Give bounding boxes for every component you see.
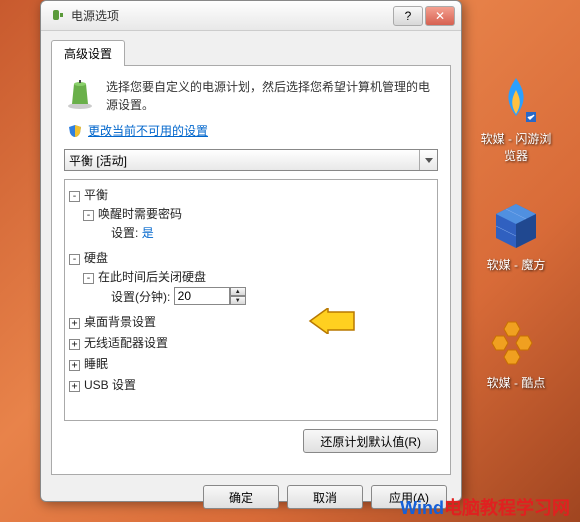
tree-balance[interactable]: 平衡: [84, 188, 108, 202]
spin-down-button[interactable]: ▼: [230, 296, 246, 305]
cube-icon: [490, 200, 542, 252]
expand-toggle[interactable]: -: [83, 210, 94, 221]
tree-disk[interactable]: 硬盘: [84, 251, 108, 265]
power-icon: [49, 8, 65, 24]
restore-defaults-button[interactable]: 还原计划默认值(R): [303, 429, 438, 453]
tree-disk-off[interactable]: 在此时间后关闭硬盘: [98, 270, 206, 284]
wake-setting-value[interactable]: 是: [142, 226, 154, 240]
tabstrip: 高级设置: [41, 31, 461, 65]
expand-toggle[interactable]: +: [69, 381, 80, 392]
hexagons-icon: [490, 318, 542, 370]
watermark: Wind电脑教程学习网: [400, 494, 570, 520]
tab-advanced[interactable]: 高级设置: [51, 40, 125, 66]
desktop-icon-hexes[interactable]: 软媒 - 酷点: [480, 318, 552, 391]
tree-wireless[interactable]: 无线适配器设置: [84, 336, 168, 350]
cancel-button[interactable]: 取消: [287, 485, 363, 509]
disk-minutes-input[interactable]: [174, 287, 230, 305]
desktop-icon-label: 软媒 - 魔方: [480, 256, 552, 273]
spin-up-button[interactable]: ▲: [230, 287, 246, 296]
settings-tree[interactable]: -平衡 -唤醒时需要密码 设置: 是 -硬盘 -在此时间后关闭硬盘: [64, 179, 438, 421]
desktop-icon-browser[interactable]: 软媒 - 闪游浏览器: [480, 74, 552, 164]
power-options-dialog: 电源选项 ? ✕ 高级设置 选择您要自定义的电源计划，然后选择您希望计算机管理的…: [40, 0, 462, 502]
expand-toggle[interactable]: -: [83, 273, 94, 284]
titlebar[interactable]: 电源选项 ? ✕: [41, 1, 461, 31]
wake-setting-label: 设置:: [111, 226, 138, 240]
tab-content: 选择您要自定义的电源计划，然后选择您希望计算机管理的电源设置。 更改当前不可用的…: [51, 65, 451, 475]
tree-desktop-bg[interactable]: 桌面背景设置: [84, 315, 156, 329]
help-button[interactable]: ?: [393, 6, 423, 26]
tree-sleep[interactable]: 睡眠: [84, 357, 108, 371]
expand-toggle[interactable]: +: [69, 339, 80, 350]
selected-plan: 平衡 [活动]: [69, 152, 127, 169]
desktop-icon-label: 软媒 - 闪游浏览器: [480, 130, 552, 164]
desktop-icon-cube[interactable]: 软媒 - 魔方: [480, 200, 552, 273]
close-button[interactable]: ✕: [425, 6, 455, 26]
chevron-down-icon: [419, 150, 437, 170]
intro-text: 选择您要自定义的电源计划，然后选择您希望计算机管理的电源设置。: [106, 78, 438, 114]
shield-icon: [68, 124, 82, 138]
expand-toggle[interactable]: -: [69, 254, 80, 265]
ok-button[interactable]: 确定: [203, 485, 279, 509]
disk-setting-label: 设置(分钟):: [111, 288, 170, 305]
expand-toggle[interactable]: -: [69, 191, 80, 202]
window-title: 电源选项: [71, 7, 119, 24]
expand-toggle[interactable]: +: [69, 360, 80, 371]
battery-icon: [64, 78, 96, 110]
desktop-icon-label: 软媒 - 酷点: [480, 374, 552, 391]
change-unavailable-link[interactable]: 更改当前不可用的设置: [88, 122, 208, 139]
tree-wake-password[interactable]: 唤醒时需要密码: [98, 207, 182, 221]
power-plan-select[interactable]: 平衡 [活动]: [64, 149, 438, 171]
expand-toggle[interactable]: +: [69, 318, 80, 329]
tree-usb[interactable]: USB 设置: [84, 378, 136, 392]
flame-icon: [490, 74, 542, 126]
